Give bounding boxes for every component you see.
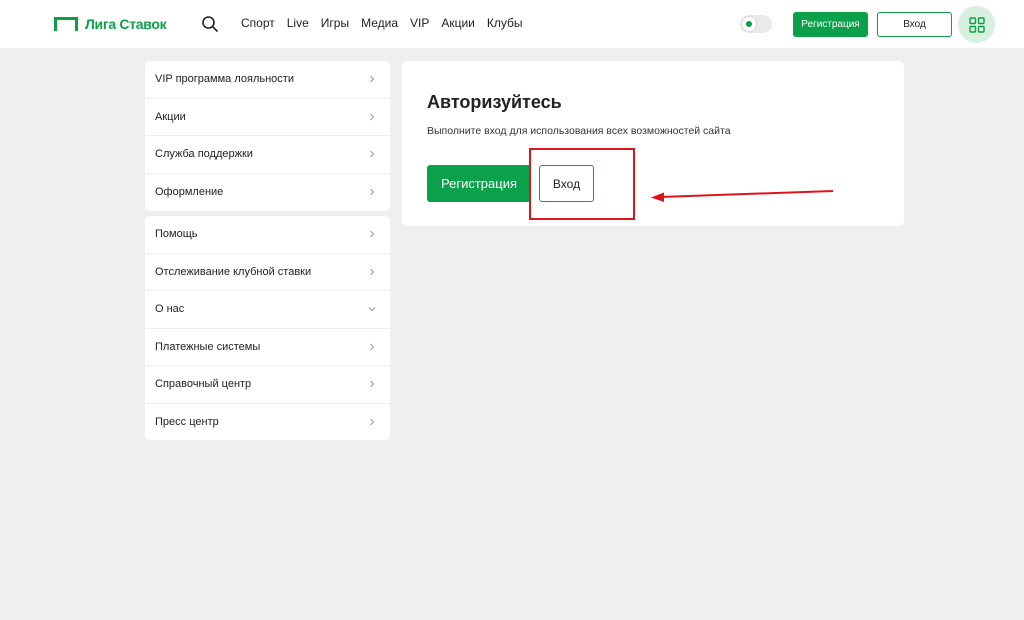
sidebar-item-label: Отслеживание клубной ставки <box>155 265 312 278</box>
logo-mark-icon <box>54 17 78 31</box>
chevron-right-icon <box>370 188 375 196</box>
sidebar-item-appearance[interactable]: Оформление <box>145 174 390 212</box>
grid-menu-icon <box>968 16 985 33</box>
grid-menu-button[interactable] <box>958 6 995 43</box>
chevron-right-icon <box>370 230 375 238</box>
sidebar-item-label: Оформление <box>155 186 224 199</box>
sidebar-item-label: Акции <box>155 110 186 123</box>
nav-clubs[interactable]: Клубы <box>487 15 523 31</box>
sidebar-group-1: VIP программа лояльности Акции Служба по… <box>145 61 390 211</box>
sidebar-item-payment-systems[interactable]: Платежные системы <box>145 329 390 366</box>
sidebar-item-club-bet-tracking[interactable]: Отслеживание клубной ставки <box>145 254 390 291</box>
register-button[interactable]: Регистрация <box>427 165 531 202</box>
sidebar-item-label: Служба поддержки <box>155 148 253 161</box>
sidebar-item-vip-loyalty[interactable]: VIP программа лояльности <box>145 61 390 99</box>
nav-sport[interactable]: Спорт <box>241 15 275 31</box>
auth-card: Авторизуйтесь Выполните вход для использ… <box>402 61 904 226</box>
chevron-right-icon <box>370 418 375 426</box>
nav-live[interactable]: Live <box>287 15 309 31</box>
sidebar-item-promotions[interactable]: Акции <box>145 99 390 136</box>
top-header: Лига Ставок Спорт Live Игры Медиа VIP Ак… <box>0 0 1024 48</box>
chevron-right-icon <box>370 150 375 158</box>
chevron-right-icon <box>370 113 375 121</box>
header-login-button[interactable]: Вход <box>877 12 952 37</box>
search-icon[interactable] <box>201 15 219 33</box>
sidebar-item-label: VIP программа лояльности <box>155 73 294 86</box>
chevron-right-icon <box>370 343 375 351</box>
logo[interactable]: Лига Ставок <box>54 16 167 32</box>
sidebar-item-label: Платежные системы <box>155 340 261 353</box>
main-nav: Спорт Live Игры Медиа VIP Акции Клубы <box>241 15 535 31</box>
auth-subtitle: Выполните вход для использования всех во… <box>427 125 731 137</box>
chevron-right-icon <box>370 75 375 83</box>
chevron-right-icon <box>370 268 375 276</box>
sidebar-item-help[interactable]: Помощь <box>145 216 390 254</box>
sidebar-item-label: Пресс центр <box>155 416 219 429</box>
chevron-right-icon <box>370 380 375 388</box>
header-register-button[interactable]: Регистрация <box>793 12 868 37</box>
nav-vip[interactable]: VIP <box>410 15 429 31</box>
toggle-knob <box>742 17 756 31</box>
logo-text: Лига Ставок <box>85 16 167 32</box>
sidebar-item-label: Помощь <box>155 228 198 241</box>
sidebar-item-label: О нас <box>155 303 185 316</box>
auth-title: Авторизуйтесь <box>427 92 562 112</box>
sidebar-item-support[interactable]: Служба поддержки <box>145 136 390 174</box>
nav-media[interactable]: Медиа <box>361 15 398 31</box>
sidebar-item-about[interactable]: О нас <box>145 291 390 329</box>
sidebar-item-help-center[interactable]: Справочный центр <box>145 366 390 404</box>
sidebar-item-press-center[interactable]: Пресс центр <box>145 404 390 441</box>
theme-toggle[interactable] <box>740 15 772 33</box>
login-button[interactable]: Вход <box>539 165 594 202</box>
nav-games[interactable]: Игры <box>321 15 349 31</box>
nav-promotions[interactable]: Акции <box>441 15 475 31</box>
chevron-down-icon <box>368 307 376 312</box>
sidebar-group-2: Помощь Отслеживание клубной ставки О нас… <box>145 216 390 440</box>
sidebar-item-label: Справочный центр <box>155 378 252 391</box>
